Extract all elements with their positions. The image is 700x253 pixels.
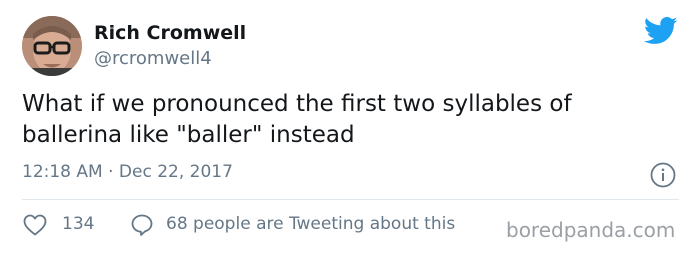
watermark: boredpanda.com <box>506 218 676 242</box>
conversation-link[interactable]: 68 people are Tweeting about this <box>166 214 455 234</box>
twitter-bird-icon[interactable] <box>644 16 678 46</box>
tweet-timestamp[interactable]: 12:18 AM · Dec 22, 2017 <box>22 162 233 182</box>
info-icon[interactable] <box>650 162 676 188</box>
tweet-text: What if we pronounced the first two syll… <box>22 91 572 148</box>
like-count: 134 <box>62 214 95 234</box>
avatar[interactable] <box>22 16 82 76</box>
author-handle[interactable]: @rcromwell4 <box>94 48 212 69</box>
avatar-image <box>22 16 82 76</box>
reply-bubble-icon[interactable] <box>130 213 154 237</box>
divider <box>22 199 679 200</box>
heart-icon[interactable] <box>23 214 47 236</box>
tweet-card: Rich Cromwell @rcromwell4 What if we pro… <box>0 0 700 253</box>
author-display-name[interactable]: Rich Cromwell <box>94 22 246 44</box>
